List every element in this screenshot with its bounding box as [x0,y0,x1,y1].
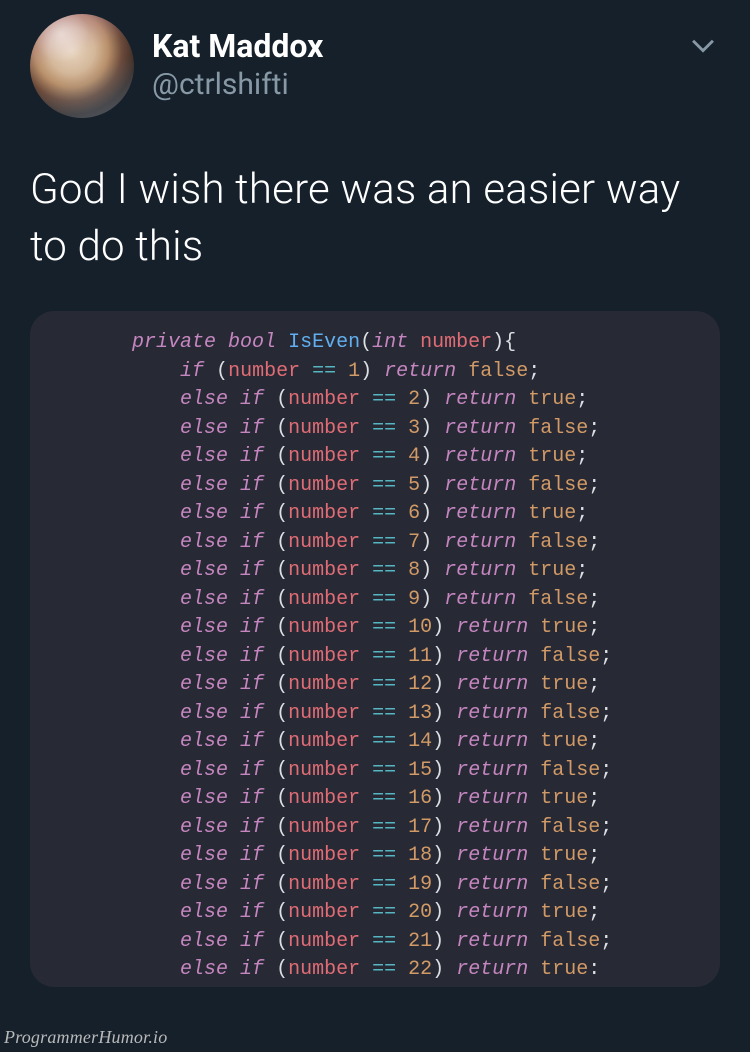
display-name: Kat Maddox [152,28,668,65]
code-block: private bool IsEven(int number){ if (num… [30,329,720,985]
tweet-header: Kat Maddox @ctrlshifti [30,14,720,118]
more-options-button[interactable] [686,14,720,66]
user-block[interactable]: Kat Maddox @ctrlshifti [152,14,668,103]
watermark: ProgrammerHumor.io [4,1027,167,1048]
tweet-container: Kat Maddox @ctrlshifti God I wish there … [0,0,750,275]
code-image: private bool IsEven(int number){ if (num… [30,311,720,987]
user-handle: @ctrlshifti [152,67,668,103]
avatar[interactable] [30,14,134,118]
tweet-text: God I wish there was an easier way to do… [30,162,720,275]
chevron-down-icon [686,28,720,62]
